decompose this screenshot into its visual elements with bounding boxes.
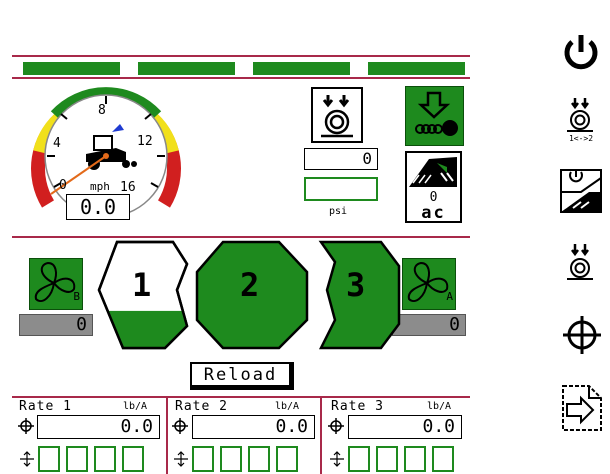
adjust-icon	[174, 451, 188, 467]
status-bar-3	[253, 62, 350, 75]
divider-rate-1-2	[166, 396, 168, 474]
seed-meter-icon	[567, 244, 593, 280]
section-toggle[interactable]	[192, 446, 214, 472]
divider-middle	[12, 236, 470, 238]
rate-1-value[interactable]: 0.0	[37, 415, 160, 439]
power-button[interactable]	[559, 32, 603, 72]
pressure-bar	[304, 177, 378, 201]
adjust-icon	[330, 451, 344, 467]
fan-b-letter: B	[73, 290, 80, 303]
speed-label-4: 4	[53, 136, 61, 151]
rate-3-label: Rate 3	[331, 399, 384, 414]
seed-meter-icon	[321, 95, 353, 138]
target-icon	[172, 418, 188, 434]
section-toggle[interactable]	[122, 446, 144, 472]
speed-label-12: 12	[137, 134, 153, 149]
status-bar-4	[368, 62, 465, 75]
pressure-unit: psi	[329, 206, 348, 217]
section-toggle[interactable]	[248, 446, 270, 472]
seed-meter-icon	[567, 98, 593, 132]
fan-a-button[interactable]: A	[402, 258, 456, 310]
meter-swap-button[interactable]: 1<->2	[561, 96, 601, 146]
target-icon	[18, 418, 34, 434]
rate-2-label: Rate 2	[175, 399, 228, 414]
fan-b-value: 0	[19, 314, 93, 336]
bin-1-label: 1	[132, 266, 152, 304]
rate-2-unit: lb/A	[275, 401, 300, 412]
export-button[interactable]	[561, 384, 603, 432]
divider-rate-2-3	[320, 396, 322, 474]
seed-meter-button[interactable]	[311, 87, 363, 143]
bin-2-label: 2	[240, 266, 260, 304]
meter-button[interactable]	[563, 242, 599, 282]
meter-swap-label: 1<->2	[568, 134, 594, 143]
rate-3-unit: lb/A	[427, 401, 452, 412]
adjust-icon	[20, 451, 34, 467]
status-bar-1	[23, 62, 120, 75]
export-icon	[562, 385, 602, 431]
section-toggle[interactable]	[66, 446, 88, 472]
seed-meter-value: 0	[304, 148, 378, 170]
area-unit: ac	[421, 203, 446, 223]
speed-value: 0.0	[66, 194, 130, 220]
speed-label-0: 0	[59, 178, 67, 193]
field-settings-button[interactable]	[559, 168, 603, 214]
fan-a-letter: A	[446, 290, 453, 303]
crosshair-icon	[563, 316, 601, 354]
power-icon	[564, 35, 598, 70]
rate-3-value[interactable]: 0.0	[348, 415, 462, 439]
section-toggle[interactable]	[404, 446, 426, 472]
divider-top	[12, 55, 470, 57]
reload-label: Reload	[203, 365, 278, 385]
speed-unit: mph	[90, 180, 110, 193]
lift-icon	[415, 91, 458, 136]
area-counter[interactable]: 0 ac	[405, 151, 462, 223]
divider-rates	[12, 396, 470, 398]
speed-label-16: 16	[120, 180, 136, 195]
field-icon	[409, 157, 457, 187]
speed-label-8: 8	[98, 103, 106, 118]
fan-b-button[interactable]: B	[29, 258, 83, 310]
status-bar-2	[138, 62, 235, 75]
rate-2-value[interactable]: 0.0	[192, 415, 315, 439]
section-toggle[interactable]	[220, 446, 242, 472]
target-icon	[328, 418, 344, 434]
section-toggle[interactable]	[94, 446, 116, 472]
field-settings-icon	[560, 169, 602, 213]
lift-button[interactable]	[405, 86, 464, 146]
section-toggle[interactable]	[348, 446, 370, 472]
section-toggle[interactable]	[432, 446, 454, 472]
divider-under-bars	[12, 77, 470, 79]
section-toggle[interactable]	[38, 446, 60, 472]
rate-1-unit: lb/A	[123, 401, 148, 412]
section-toggle[interactable]	[276, 446, 298, 472]
rate-1-label: Rate 1	[19, 399, 72, 414]
bin-3-label: 3	[346, 266, 366, 304]
gps-button[interactable]	[561, 314, 603, 356]
section-toggle[interactable]	[376, 446, 398, 472]
reload-button[interactable]: Reload	[190, 362, 294, 390]
